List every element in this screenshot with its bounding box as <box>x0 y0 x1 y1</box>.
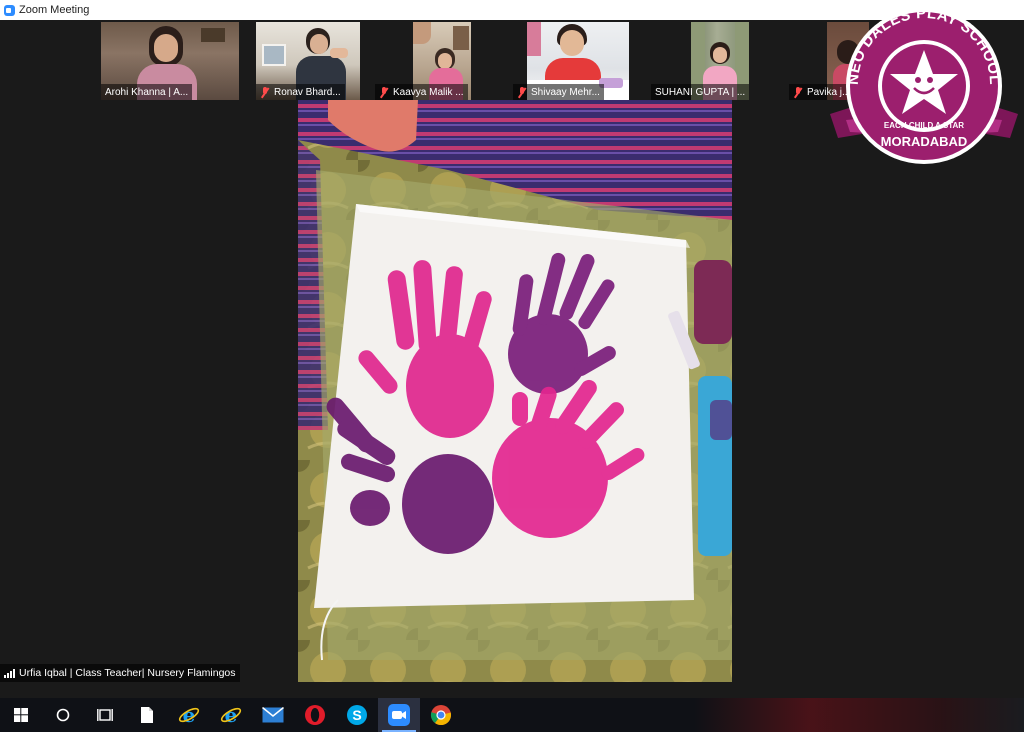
muted-mic-icon <box>379 86 389 98</box>
window-title: Zoom Meeting <box>19 4 90 16</box>
search-button[interactable] <box>42 698 84 732</box>
taskbar-file-app[interactable] <box>126 698 168 732</box>
participant-nameplate: Ronav Bhard... <box>256 84 345 100</box>
participant-name: Shivaay Mehr... <box>531 86 600 98</box>
task-view-icon <box>97 709 113 721</box>
active-speaker-label: Urfia Iqbal | Class Teacher| Nursery Fla… <box>0 664 240 682</box>
participant-nameplate: SUHANI GUPTA | ... <box>651 84 750 100</box>
participant-name: SUHANI GUPTA | ... <box>655 86 746 98</box>
document-icon <box>141 707 153 723</box>
zoom-app-icon <box>4 4 15 16</box>
active-speaker-video <box>298 100 732 682</box>
skype-icon: S <box>347 705 367 725</box>
zoom-window: Zoom Meeting Arohi Khanna | A... Ronav B… <box>0 0 1024 732</box>
active-speaker-name: Urfia Iqbal | Class Teacher| Nursery Fla… <box>19 667 236 679</box>
participant-tile[interactable]: Kaavya Malik ... <box>375 22 513 100</box>
mail-icon <box>262 707 284 723</box>
windows-taskbar: e e S <box>0 698 1024 732</box>
participant-nameplate: Kaavya Malik ... <box>375 84 468 100</box>
internet-explorer-icon: e <box>220 704 242 726</box>
handprint-painting-scene <box>298 100 732 682</box>
internet-explorer-icon: e <box>178 704 200 726</box>
participant-name: Kaavya Malik ... <box>393 86 464 98</box>
search-circle-icon <box>56 708 70 722</box>
participant-strip: Arohi Khanna | A... Ronav Bhard... Kaavy… <box>101 22 869 100</box>
participant-nameplate: Arohi Khanna | A... <box>101 84 193 100</box>
windows-logo-icon <box>14 708 28 722</box>
svg-text:e: e <box>183 704 196 726</box>
school-logo: NEO DALES PLAY SCHOOL EACH CHILD A STAR … <box>830 6 1018 164</box>
chrome-icon <box>430 705 452 726</box>
participant-tile[interactable]: Shivaay Mehr... <box>513 22 651 100</box>
muted-mic-icon <box>260 86 270 98</box>
taskbar-chrome[interactable] <box>420 698 462 732</box>
taskbar-zoom[interactable] <box>378 698 420 732</box>
task-view-button[interactable] <box>84 698 126 732</box>
opera-icon <box>305 705 325 725</box>
taskbar-internet-explorer-1[interactable]: e <box>168 698 210 732</box>
participant-tile[interactable]: SUHANI GUPTA | ... <box>651 22 789 100</box>
svg-text:S: S <box>352 707 361 723</box>
svg-text:e: e <box>225 704 238 726</box>
participant-name: Arohi Khanna | A... <box>105 86 189 98</box>
taskbar-skype[interactable]: S <box>336 698 378 732</box>
muted-mic-icon <box>517 86 527 98</box>
muted-mic-icon <box>793 86 803 98</box>
taskbar-opera[interactable] <box>294 698 336 732</box>
logo-tagline: EACH CHILD A STAR <box>884 121 964 130</box>
zoom-icon <box>388 704 410 726</box>
participant-tile[interactable]: Arohi Khanna | A... <box>101 22 239 100</box>
participant-tile[interactable]: Ronav Bhard... <box>256 22 394 100</box>
taskbar-internet-explorer-2[interactable]: e <box>210 698 252 732</box>
participant-nameplate: Shivaay Mehr... <box>513 84 604 100</box>
taskbar-mail[interactable] <box>252 698 294 732</box>
connection-signal-icon <box>4 668 15 678</box>
participant-name: Ronav Bhard... <box>274 86 341 98</box>
logo-city: MORADABAD <box>881 134 968 149</box>
start-button[interactable] <box>0 698 42 732</box>
